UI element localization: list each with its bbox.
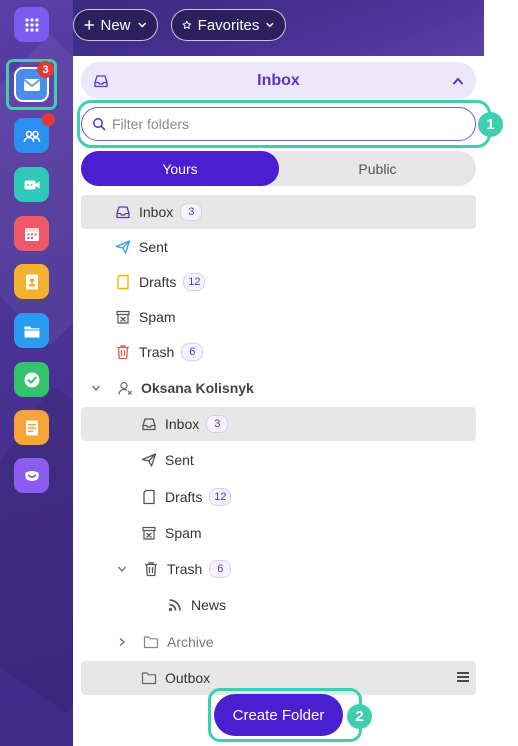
drafts-icon <box>141 489 157 505</box>
video-call-icon[interactable] <box>14 167 49 202</box>
draft-count-badge: 12 <box>209 488 232 506</box>
new-button-label: New <box>100 16 131 34</box>
trash-count-badge: 6 <box>181 343 204 361</box>
folder-icon <box>143 634 159 650</box>
folder-label: Inbox <box>165 416 200 432</box>
folder-label: Sent <box>165 452 194 468</box>
plus-icon <box>84 20 95 30</box>
create-folder-button[interactable]: Create Folder <box>214 694 343 736</box>
chevron-down-icon[interactable] <box>91 383 101 393</box>
filter-folders-input[interactable] <box>112 114 452 134</box>
folder-label: Drafts <box>165 489 203 505</box>
sent-icon <box>115 239 131 255</box>
chevron-up-icon[interactable] <box>452 76 464 86</box>
spam-icon <box>141 525 157 541</box>
trash-icon <box>143 561 159 577</box>
folder-inbox[interactable]: Inbox 3 <box>81 195 476 229</box>
new-button[interactable]: New <box>73 9 158 41</box>
folder-label: Outbox <box>165 670 211 686</box>
folder-drafts[interactable]: Drafts 12 <box>81 265 476 299</box>
callout-number-2: 2 <box>347 704 372 729</box>
address-book-icon[interactable] <box>14 264 49 299</box>
spam-icon <box>115 309 131 325</box>
draft-count-badge: 12 <box>183 273 206 291</box>
account-oksana-kolisnyk[interactable]: Oksana Kolisnyk <box>81 371 476 405</box>
inbox-icon <box>141 416 157 432</box>
trash-icon <box>115 344 131 360</box>
folder-spam[interactable]: Spam <box>81 300 476 334</box>
folder-panel: Inbox 1 Yours Public Inbox 3 Sent Drafts… <box>73 56 503 746</box>
callout-number-1: 1 <box>478 112 503 137</box>
folder-label: Drafts <box>139 274 177 290</box>
menu-icon[interactable] <box>456 670 470 684</box>
trash-count-badge: 6 <box>209 560 232 578</box>
contacts-notification-dot <box>42 113 55 126</box>
chevron-down-icon <box>266 22 274 28</box>
top-toolbar: New Favorites <box>73 0 484 56</box>
drafts-icon <box>115 274 131 290</box>
account-folder-drafts[interactable]: Drafts 12 <box>81 480 476 514</box>
filter-folders-box <box>81 107 476 141</box>
folder-label: Sent <box>139 239 168 255</box>
search-icon <box>93 118 106 131</box>
user-icon <box>117 380 133 396</box>
folder-icon <box>141 670 157 686</box>
account-folder-inbox[interactable]: Inbox 3 <box>81 407 476 441</box>
account-folder-sent[interactable]: Sent <box>81 443 476 477</box>
account-folder-news[interactable]: News <box>81 588 476 622</box>
folder-label: Trash <box>139 344 175 360</box>
favorites-button[interactable]: Favorites <box>171 9 286 41</box>
current-folder-header[interactable]: Inbox <box>81 62 476 99</box>
apps-grid-icon[interactable] <box>14 7 49 42</box>
unread-count-badge: 3 <box>206 415 229 433</box>
app-rail: 3 <box>0 0 73 746</box>
sent-icon <box>141 452 157 468</box>
tasks-icon[interactable] <box>14 362 49 397</box>
chevron-down-icon <box>137 22 146 28</box>
folder-label: Spam <box>139 309 176 325</box>
tab-yours[interactable]: Yours <box>81 151 279 186</box>
rss-feed-icon <box>167 597 183 613</box>
star-icon <box>182 20 192 29</box>
account-folder-trash[interactable]: Trash 6 <box>81 552 476 586</box>
account-folder-spam[interactable]: Spam <box>81 516 476 550</box>
unread-count-badge: 3 <box>180 203 203 221</box>
mail-unread-badge: 3 <box>37 61 54 78</box>
folder-label: Spam <box>165 525 202 541</box>
folder-scope-tabs: Yours Public <box>81 151 476 186</box>
folder-sent[interactable]: Sent <box>81 230 476 264</box>
files-icon[interactable] <box>14 313 49 348</box>
folder-label: Trash <box>167 561 203 577</box>
current-folder-title: Inbox <box>257 72 300 89</box>
calendar-icon[interactable] <box>14 216 49 251</box>
notes-icon[interactable] <box>14 410 49 445</box>
favorites-button-label: Favorites <box>197 16 260 34</box>
chevron-down-icon[interactable] <box>117 564 127 574</box>
account-folder-archive[interactable]: Archive <box>81 625 476 659</box>
inbox-icon <box>115 204 131 220</box>
folder-label: Inbox <box>139 204 174 220</box>
folder-label: Archive <box>167 634 214 650</box>
folder-label: News <box>191 597 227 613</box>
brand-icon[interactable] <box>14 458 49 493</box>
chevron-right-icon[interactable] <box>117 637 127 647</box>
folder-trash[interactable]: Trash 6 <box>81 335 476 369</box>
account-name: Oksana Kolisnyk <box>141 380 254 396</box>
tab-public[interactable]: Public <box>279 151 476 186</box>
